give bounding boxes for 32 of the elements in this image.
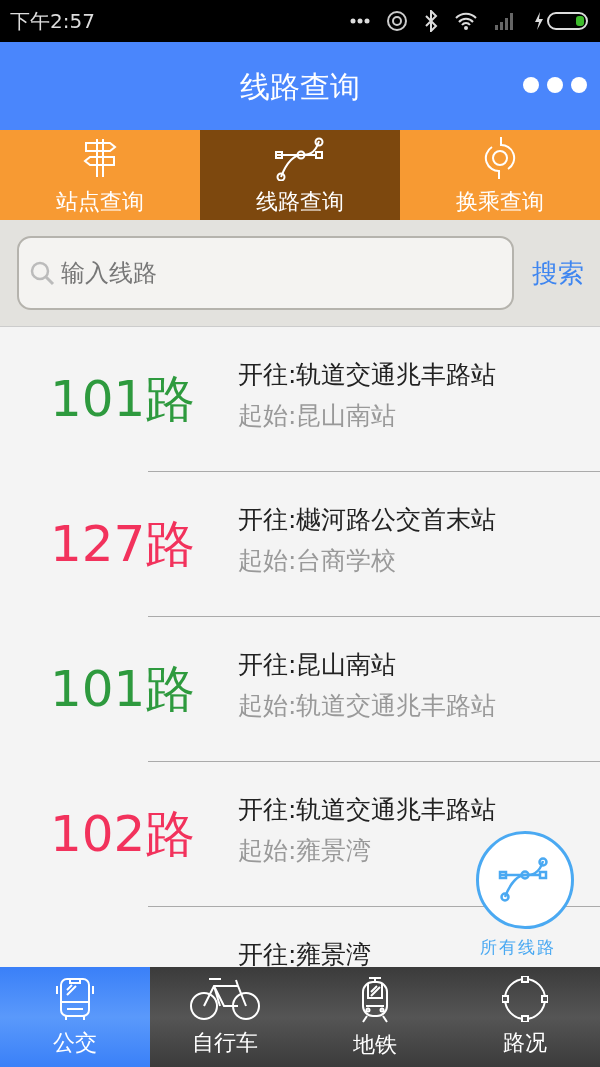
nav-tab[interactable]: 路况 (450, 967, 600, 1067)
battery-icon (532, 11, 590, 31)
route-destination: 开往:轨道交通兆丰路站 (238, 796, 497, 824)
more-icon (350, 18, 370, 24)
overflow-menu-button[interactable] (522, 76, 588, 94)
route-origin: 起始:昆山南站 (238, 401, 398, 429)
route-origin: 起始:轨道交通兆丰路站 (238, 691, 497, 719)
header-title: 线路查询 (240, 67, 360, 106)
route-destination: 开往:樾河路公交首末站 (238, 506, 497, 534)
nav-tab[interactable]: 地铁 (300, 967, 450, 1067)
search-field[interactable]: 输入线路 (17, 236, 514, 310)
route-number: 101路 (50, 369, 196, 430)
tab[interactable]: 线路查询 (200, 130, 400, 220)
route-number: 127路 (50, 514, 196, 575)
route-destination: 开往:昆山南站 (238, 651, 398, 679)
bluetooth-icon (424, 10, 438, 32)
bicycle-icon (189, 975, 261, 1022)
signal-icon (494, 11, 516, 31)
status-time: 下午2:57 (10, 8, 95, 35)
route-origin: 起始:雍景湾 (238, 836, 373, 864)
wifi-icon (454, 11, 478, 31)
bus-icon (55, 975, 95, 1022)
hotspot-icon (386, 10, 408, 32)
route-destination: 开往:雍景湾 (238, 941, 372, 967)
all-routes-label: 所有线路 (480, 936, 556, 959)
route-destination: 开往:轨道交通兆丰路站 (238, 361, 497, 389)
route-number: 101路 (50, 659, 196, 720)
ring-route-icon (502, 975, 548, 1022)
route-icon (275, 137, 325, 181)
route-number: 102路 (50, 804, 196, 865)
nav-tab[interactable]: 自行车 (150, 967, 300, 1067)
route-origin: 起始:台商学校 (238, 546, 398, 574)
